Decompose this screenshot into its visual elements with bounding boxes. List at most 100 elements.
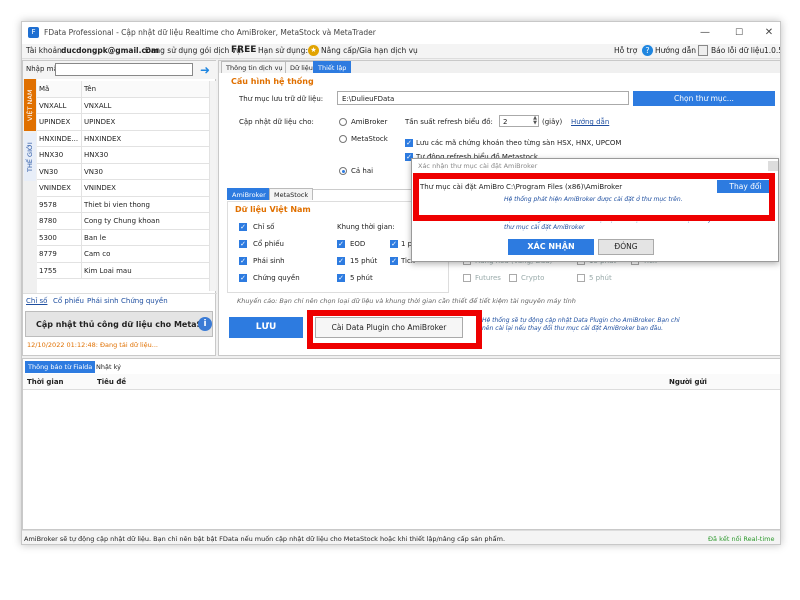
checkbox-crypto[interactable]: [509, 274, 517, 282]
folder-input[interactable]: E:\DulieuFData: [337, 91, 629, 105]
col-title: Tiêu đề: [97, 378, 127, 386]
highlight-plugin-button: [307, 310, 482, 349]
save-button[interactable]: LƯU: [229, 317, 303, 338]
maximize-icon[interactable]: ☐: [728, 25, 750, 41]
cell-name: VNINDEX: [81, 180, 116, 196]
radio-amibroker-label: AmiBroker: [351, 118, 388, 126]
confirm-button[interactable]: XÁC NHẬN: [508, 239, 594, 255]
table-row[interactable]: VNXALL VNXALL: [37, 97, 209, 114]
last-update-text: 12/10/2022 01:12:48: Đang tải dữ liệu...: [27, 341, 158, 349]
timeframe-label: Khung thời gian:: [337, 223, 395, 231]
checkbox-index[interactable]: ✓: [239, 223, 247, 231]
account-label: Tài khoản:: [26, 46, 65, 55]
cell-code: 1755: [39, 266, 57, 275]
checkbox-warrants[interactable]: ✓: [239, 274, 247, 282]
table-row[interactable]: 9578 Thiet bi vien thong: [37, 196, 209, 213]
tab-warrants[interactable]: Chứng quyền: [121, 297, 168, 305]
status-bar: AmiBroker sẽ tự động cập nhật dữ liệu. B…: [22, 530, 780, 544]
checkbox-world-5min[interactable]: [577, 274, 585, 282]
cell-code: 5300: [39, 233, 57, 242]
arrow-right-icon[interactable]: ➜: [197, 63, 213, 77]
subtab-metastock[interactable]: MetaStock: [269, 188, 314, 200]
symbol-search-input[interactable]: [55, 63, 193, 76]
report-link[interactable]: Báo lỗi dữ liệu: [711, 46, 764, 55]
table-row[interactable]: HNX30 HNX30: [37, 147, 209, 164]
highlight-ami-path: [413, 173, 775, 221]
main-tabs: Thông tin dịch vụ Dữ liệu Thiết lập: [219, 61, 780, 73]
info-icon[interactable]: i: [198, 317, 212, 331]
refresh-stepper[interactable]: 2 ▲ ▼: [499, 115, 539, 127]
table-row[interactable]: 1755 Kim Loai mau: [37, 262, 209, 279]
notification-header: Thời gian Tiêu đề Người gửi: [23, 374, 780, 390]
radio-both-label: Cả hai: [351, 167, 374, 175]
warrants-label: Chứng quyền: [253, 274, 300, 282]
table-row[interactable]: VN30 VN30: [37, 163, 209, 180]
checkbox-save-by-exchange[interactable]: ✓: [405, 139, 413, 147]
cell-name: Cong ty Chung khoan: [81, 213, 160, 229]
dialog-title: Xác nhận thư mục cài đặt AmiBroker: [418, 162, 538, 170]
search-bar: Nhập mã: ➜: [23, 61, 217, 79]
tab-stocks[interactable]: Cổ phiếu: [53, 297, 84, 305]
close-icon[interactable]: ✕: [758, 25, 780, 41]
tab-index[interactable]: Chỉ số: [26, 297, 47, 305]
dialog-close-button[interactable]: ĐÓNG: [598, 239, 654, 255]
radio-amibroker[interactable]: [339, 118, 347, 126]
tab-notifications[interactable]: Thông báo từ Fialda: [25, 361, 96, 373]
refresh-unit: (giây): [542, 118, 563, 126]
table-row[interactable]: VNINDEX VNINDEX: [37, 180, 209, 197]
cell-name: Thiet bi vien thong: [81, 196, 150, 213]
refresh-label: Tần suất refresh biểu đồ:: [405, 118, 493, 126]
cell-name: Kim Loai mau: [81, 262, 132, 279]
dialog-close-icon[interactable]: [768, 161, 778, 171]
tab-log[interactable]: Nhật ký: [93, 361, 124, 373]
eod-label: EOD: [350, 240, 366, 248]
manual-update-button[interactable]: Cập nhật thủ công dữ liệu cho MetaS i: [25, 311, 213, 337]
derivatives-label: Phái sinh: [253, 257, 285, 265]
tab-world[interactable]: THẾ GIỚI: [24, 133, 36, 181]
support-link[interactable]: Hỗ trợ: [614, 46, 637, 55]
cell-name: VNXALL: [81, 97, 111, 114]
table-scrollbar[interactable]: [209, 81, 216, 291]
cell-code: VNINDEX: [39, 184, 71, 192]
stepper-arrows-icon[interactable]: ▲ ▼: [533, 116, 537, 126]
tab-vietnam[interactable]: VIỆT NAM: [24, 79, 36, 131]
guide-link[interactable]: Hướng dẫn: [655, 46, 696, 55]
col-header-name: Tên: [81, 81, 96, 97]
checkbox-eod[interactable]: ✓: [337, 240, 345, 248]
minimize-icon[interactable]: —: [694, 25, 716, 41]
radio-both[interactable]: [339, 167, 347, 175]
checkbox-tick[interactable]: ✓: [390, 257, 398, 265]
checkbox-futures[interactable]: [463, 274, 471, 282]
update-for-label: Cập nhật dữ liệu cho:: [239, 118, 314, 126]
region-tabs: VIỆT NAM THẾ GIỚI: [23, 79, 37, 293]
radio-metastock[interactable]: [339, 135, 347, 143]
cell-name: Cam co: [81, 246, 110, 262]
table-row[interactable]: 8779 Cam co: [37, 246, 209, 263]
folder-label: Thư mục lưu trữ dữ liệu:: [239, 95, 324, 103]
refresh-value: 2: [503, 118, 508, 126]
symbol-panel: Nhập mã: ➜ VIỆT NAM THẾ GIỚI Mã Tên VNXA…: [22, 60, 217, 356]
table-row[interactable]: HNXINDE... HNXINDEX: [37, 130, 209, 147]
plugin-note: Hệ thống sẽ tự động cập nhật Data Plugin…: [482, 317, 680, 332]
tab-service-info[interactable]: Thông tin dịch vụ: [221, 61, 288, 73]
tab-settings[interactable]: Thiết lập: [313, 61, 352, 73]
report-icon[interactable]: [698, 45, 708, 56]
table-row[interactable]: 5300 Ban le: [37, 229, 209, 246]
choose-folder-button[interactable]: Chọn thư mục...: [633, 91, 775, 106]
tab-derivatives[interactable]: Phái sinh: [87, 297, 119, 305]
checkbox-derivatives[interactable]: ✓: [239, 257, 247, 265]
checkbox-stocks[interactable]: ✓: [239, 240, 247, 248]
checkbox-15min[interactable]: ✓: [337, 257, 345, 265]
table-row[interactable]: 8780 Cong ty Chung khoan: [37, 213, 209, 230]
cell-code: VNXALL: [39, 101, 67, 110]
cell-code: UPINDEX: [39, 118, 71, 126]
app-window: F FData Professional - Cập nhật dữ liệu …: [21, 21, 781, 545]
checkbox-5min[interactable]: ✓: [337, 274, 345, 282]
upgrade-link[interactable]: Nâng cấp/Gia hạn dịch vụ: [321, 46, 418, 55]
help-icon[interactable]: ?: [642, 45, 653, 56]
upgrade-icon[interactable]: ★: [308, 45, 319, 56]
table-row[interactable]: UPINDEX UPINDEX: [37, 114, 209, 131]
checkbox-1min[interactable]: ✓: [390, 240, 398, 248]
subtab-amibroker[interactable]: AmiBroker: [227, 188, 271, 200]
guide-link-settings[interactable]: Hướng dẫn: [571, 118, 609, 126]
